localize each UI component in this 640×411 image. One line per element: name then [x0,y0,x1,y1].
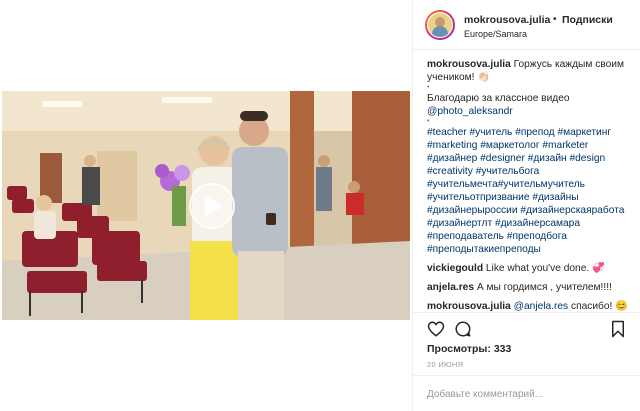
hashtag-line[interactable]: #дизайнер #designer #дизайн #design [427,152,635,165]
post-sidebar: mokrousova.julia • Подписки Europe/Samar… [412,0,640,411]
caption: mokrousova.julia Горжусь каждым своим уч… [427,58,635,256]
comment-author[interactable]: anjela.res [427,282,474,293]
hashtag-line[interactable]: #учительотпризвание #дизайны [427,191,635,204]
header-separator: • [553,14,557,25]
hashtag-line[interactable]: #преподытакиепреподы [427,243,635,256]
hashtag-line[interactable]: #учительмечта#учительмучитель [427,178,635,191]
comment-input[interactable] [427,385,627,403]
post-header: mokrousova.julia • Подписки Europe/Samar… [413,0,640,50]
bookmark-icon[interactable] [609,320,627,338]
caption-author[interactable]: mokrousova.julia [427,59,511,70]
location-link[interactable]: Europe/Samara [464,29,527,39]
hashtag-line[interactable]: #teacher #учитель #препод #маркетинг [427,126,635,139]
heart-icon[interactable] [427,320,445,338]
comments-section: mokrousova.julia Горжусь каждым своим уч… [427,58,635,312]
avatar[interactable] [425,10,455,40]
comment-text: А мы гордимся , учителем!!!! [476,282,612,293]
comment-text: Like what you've done. 💞 [485,263,605,274]
comment-author[interactable]: vickiegould [427,263,483,274]
hashtag-line[interactable]: #creativity #учительбога [427,165,635,178]
hashtag-line[interactable]: #дизайнертлт #дизайнерсамара [427,217,635,230]
hashtag-line[interactable]: #преподаватель #преподбога [427,230,635,243]
post-date[interactable]: 20 ИЮНЯ [427,360,463,369]
caption-line: учеником! 👏🏻 [427,72,490,83]
action-bar [413,312,640,342]
views-number: 333 [493,343,512,355]
comment-icon[interactable] [454,320,472,338]
caption-bullet: • [427,84,430,91]
comment-mention[interactable]: @anjela.res [514,301,569,312]
video-player[interactable] [2,91,410,320]
views-label: Просмотры: [427,343,491,355]
post-media [0,0,412,411]
header-username[interactable]: mokrousova.julia [464,14,550,26]
follow-button[interactable]: Подписки [562,14,613,26]
caption-mention[interactable]: @photo_aleksandr [427,105,635,118]
comment-item: anjela.res А мы гордимся , учителем!!!! [427,281,635,294]
caption-bullet: • [427,118,430,125]
caption-thanks: Благодарю за классное видео [427,93,570,104]
play-button[interactable] [189,183,235,229]
hashtag-line[interactable]: #marketing #маркетолог #marketer [427,139,635,152]
comment-text: спасибо! 😊 [571,301,628,312]
add-comment-bar [413,375,640,411]
play-icon [205,195,223,217]
caption-line: Горжусь каждым своим [513,59,624,70]
avatar-image [427,12,453,38]
comment-author[interactable]: mokrousova.julia [427,301,511,312]
hashtag-line[interactable]: #дизайнерыроссии #дизайнерскаяработа [427,204,635,217]
comment-item: vickiegould Like what you've done. 💞 [427,262,635,275]
views-count[interactable]: Просмотры: 333 [427,343,511,355]
